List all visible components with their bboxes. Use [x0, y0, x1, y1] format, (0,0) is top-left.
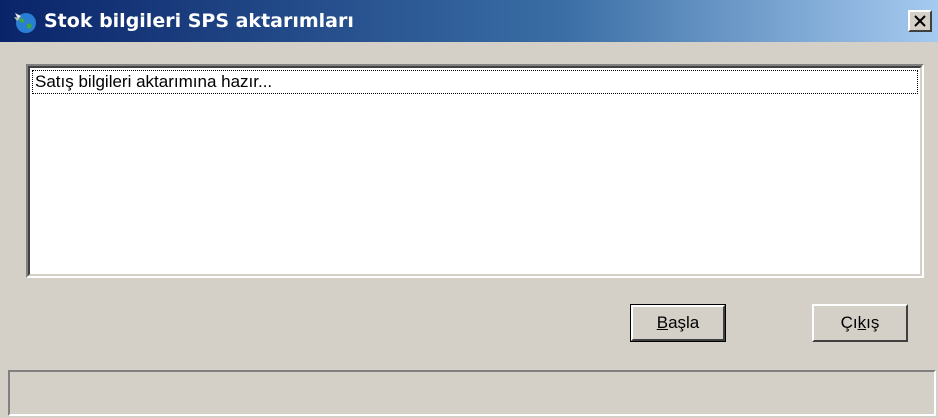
title-bar[interactable]: Stok bilgileri SPS aktarımları — [0, 0, 938, 58]
dialog-window: Stok bilgileri SPS aktarımları Satış bil… — [0, 0, 938, 418]
exit-button[interactable]: Çıkış — [812, 304, 908, 342]
log-listbox[interactable]: Satış bilgileri aktarımına hazır... — [26, 64, 924, 278]
globe-app-icon[interactable] — [12, 9, 38, 35]
exit-button-label: Çıkış — [840, 313, 880, 332]
title-bar-gradient[interactable]: Stok bilgileri SPS aktarımları — [0, 0, 938, 42]
status-bar — [8, 370, 936, 416]
log-listbox-inner: Satış bilgileri aktarımına hazır... — [28, 66, 922, 276]
start-button[interactable]: Başla — [630, 304, 726, 342]
log-line-1[interactable]: Satış bilgileri aktarımına hazır... — [32, 70, 918, 94]
close-icon[interactable] — [914, 15, 926, 27]
window-title: Stok bilgileri SPS aktarımları — [44, 10, 354, 32]
start-button-label: Başla — [656, 313, 700, 332]
close-button[interactable] — [908, 10, 932, 32]
